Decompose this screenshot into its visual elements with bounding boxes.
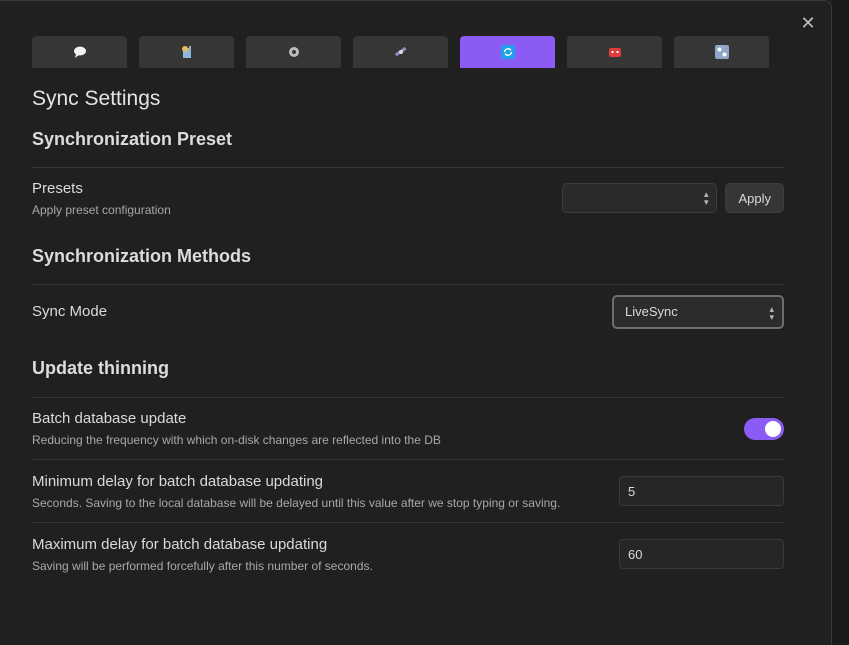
presets-label: Presets [32, 179, 83, 197]
satellite-dish-icon [181, 46, 191, 58]
batch-update-toggle[interactable] [744, 417, 784, 440]
settings-modal: ✕ Sync Settings Synchronization Preset P… [0, 0, 832, 645]
max-delay-description: Saving will be performed forcefully afte… [32, 558, 373, 573]
tab-bar [32, 36, 769, 68]
tab-controls[interactable] [674, 36, 769, 68]
chevron-updown-icon: ▴ ▾ [769, 303, 774, 322]
min-delay-label: Minimum delay for batch database updatin… [32, 472, 324, 490]
tab-general[interactable] [32, 36, 127, 68]
tab-settings[interactable] [246, 36, 341, 68]
setting-row-max-delay: Maximum delay for batch database updatin… [32, 522, 784, 585]
presets-dropdown[interactable]: ▴ ▾ [562, 183, 718, 213]
max-delay-label: Maximum delay for batch database updatin… [32, 535, 328, 553]
section-heading-thinning: Update thinning [32, 358, 169, 378]
sync-icon [500, 45, 515, 59]
setting-row-sync-mode: Sync Mode LiveSync ▴ ▾ [32, 284, 784, 338]
max-delay-input[interactable]: 60 [619, 539, 784, 569]
presets-description: Apply preset configuration [32, 202, 171, 217]
batch-update-label: Batch database update [32, 410, 187, 427]
tab-robot[interactable] [567, 36, 662, 68]
section-heading-preset: Synchronization Preset [32, 129, 233, 149]
tab-sync[interactable] [460, 36, 555, 68]
robot-icon [608, 48, 621, 57]
setting-row-presets: Presets Apply preset configuration ▴ ▾ Ap… [32, 167, 784, 228]
setting-row-min-delay: Minimum delay for batch database updatin… [32, 459, 784, 522]
sync-mode-value: LiveSync [625, 304, 678, 319]
control-knobs-icon [714, 45, 729, 59]
section-heading-methods: Synchronization Methods [32, 246, 252, 266]
close-icon[interactable]: ✕ [796, 11, 820, 35]
tab-remote[interactable] [139, 36, 234, 68]
backdrop [832, 0, 849, 645]
sync-mode-dropdown[interactable]: LiveSync ▴ ▾ [612, 294, 784, 329]
setting-row-batch-update: Batch database update Reducing the frequ… [32, 397, 784, 459]
apply-button[interactable]: Apply [725, 183, 784, 213]
settings-content: Sync Settings Synchronization Preset Pre… [32, 85, 784, 585]
min-delay-input[interactable]: 5 [619, 476, 784, 506]
tab-satellite[interactable] [353, 36, 448, 68]
gear-icon [288, 47, 299, 57]
min-delay-description: Seconds. Saving to the local database wi… [32, 495, 561, 510]
chevron-updown-icon: ▴ ▾ [703, 189, 709, 207]
satellite-icon [394, 46, 406, 57]
sync-mode-label: Sync Mode [32, 302, 108, 320]
toggle-knob [765, 420, 781, 437]
batch-update-description: Reducing the frequency with which on-dis… [32, 433, 441, 447]
speech-bubble-icon [73, 46, 86, 58]
page-title: Sync Settings [32, 87, 161, 110]
